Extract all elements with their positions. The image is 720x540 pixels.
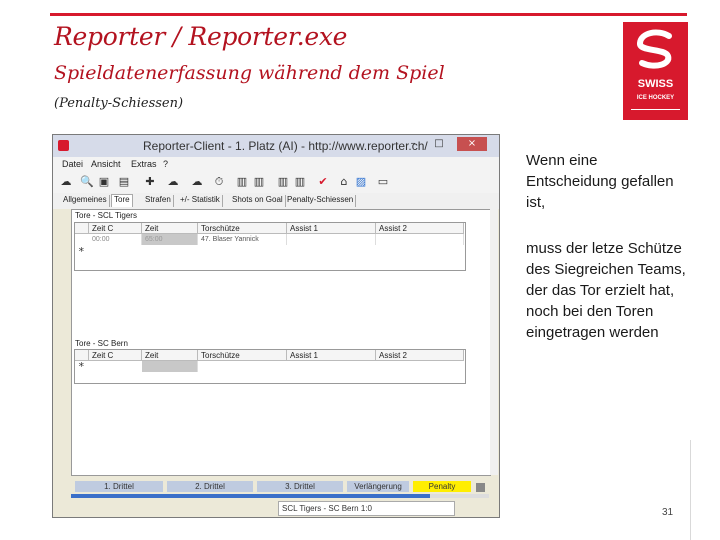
goals-grid-team2: Zeit C Zeit Torschütze Assist 1 Assist 2…	[74, 349, 466, 384]
logo-divider	[631, 109, 680, 110]
user-icon[interactable]: ▨	[355, 175, 367, 188]
col-zeit-c[interactable]: Zeit C	[89, 223, 142, 234]
home-icon[interactable]: ⌂	[338, 175, 350, 188]
reporter-client-window: Reporter-Client - 1. Platz (AI) - http:/…	[52, 134, 500, 518]
score-status: SCL Tigers - SC Bern 1:0	[278, 501, 455, 516]
col-assist-1[interactable]: Assist 1	[287, 223, 376, 234]
new-row-marker: *	[78, 360, 85, 373]
menu-bar: Datei Ansicht Extras ?	[53, 157, 499, 171]
explanation-line: noch bei den Toren	[526, 303, 654, 320]
top-rule	[50, 13, 687, 16]
search-icon[interactable]: 🔍	[80, 175, 94, 188]
cloud-up-icon[interactable]: ☁	[167, 175, 179, 188]
logo-ice-text: ICE HOCKEY	[636, 95, 675, 101]
cloud-icon[interactable]: ☁	[191, 175, 203, 188]
explanation-line: ist,	[526, 194, 546, 211]
explanation-line: des Siegreichen Teams,	[526, 261, 686, 278]
col-zeit-c[interactable]: Zeit C	[89, 350, 142, 361]
window-titlebar[interactable]: Reporter-Client - 1. Platz (AI) - http:/…	[53, 135, 499, 157]
lineup-icon-4[interactable]: ▥	[294, 175, 306, 188]
timer-icon[interactable]: ⏱	[213, 175, 225, 188]
decorative-line	[690, 440, 691, 540]
explanation-line: Wenn eine	[526, 152, 598, 169]
col-torschuetze[interactable]: Torschütze	[198, 350, 287, 361]
menu-extras[interactable]: Extras	[131, 159, 157, 169]
explanation-line: eingetragen werden	[526, 324, 659, 341]
cell-zeit[interactable]: 65:00	[142, 234, 198, 245]
tab-allgemeines[interactable]: Allgemeines	[61, 195, 110, 207]
slide-title: Reporter / Reporter.exe	[54, 22, 348, 51]
lineup-icon-3[interactable]: ▥	[277, 175, 289, 188]
cell-zeit-c[interactable]: 00:00	[89, 234, 142, 245]
new-row-marker: *	[78, 245, 85, 258]
period-3-drittel[interactable]: 3. Drittel	[257, 481, 343, 492]
tab-shots-on-goal[interactable]: Shots on Goal	[230, 195, 286, 207]
explanation-line: Entscheidung gefallen	[526, 173, 674, 190]
row-header-col	[75, 223, 89, 234]
slide-note: (Penalty-Schiessen)	[54, 96, 184, 111]
maximize-button[interactable]: □	[429, 137, 449, 151]
period-tabs: 1. Drittel 2. Drittel 3. Drittel Verläng…	[71, 481, 489, 494]
game-progress-fill	[71, 494, 431, 498]
tab-statistik[interactable]: +/- Statistik	[178, 195, 223, 207]
col-assist-2[interactable]: Assist 2	[376, 223, 464, 234]
check-icon[interactable]: ✔	[317, 175, 329, 188]
col-torschuetze[interactable]: Torschütze	[198, 223, 287, 234]
page-number: 31	[662, 507, 674, 518]
game-progress-bar	[71, 494, 489, 498]
scrollbar[interactable]	[490, 209, 498, 475]
player-icon[interactable]: ✚	[144, 175, 156, 188]
tab-tore[interactable]: Tore	[111, 194, 133, 207]
cell-assist-2[interactable]	[376, 234, 464, 245]
tv-icon[interactable]: ▭	[377, 175, 389, 188]
tab-penalty-schiessen[interactable]: Penalty-Schiessen	[285, 195, 357, 207]
toolbar: ☁ 🔍 ▣ ▤ ✚ ☁ ☁ ⏱ ▥ ▥ ▥ ▥ ✔ ⌂ ▨ ▭	[53, 171, 499, 194]
col-assist-2[interactable]: Assist 2	[376, 350, 464, 361]
explanation-text-1: Wenn eine Entscheidung gefallen ist,	[526, 150, 674, 213]
goals-grid-team1: Zeit C Zeit Torschütze Assist 1 Assist 2…	[74, 222, 466, 271]
minimize-button[interactable]: –	[403, 137, 423, 151]
group-title-team2: Tore - SC Bern	[75, 339, 128, 348]
cell-torschuetze[interactable]: 47. Blaser Yannick	[198, 234, 287, 245]
slide-subtitle: Spieldatenerfassung während dem Spiel	[54, 62, 445, 84]
group-title-team1: Tore - SCL Tigers	[75, 211, 137, 220]
swiss-ice-hockey-logo: SWISS ICE HOCKEY	[623, 22, 688, 120]
col-zeit[interactable]: Zeit	[142, 350, 198, 361]
cell-assist-1[interactable]	[287, 234, 376, 245]
explanation-text-2: muss der letze Schütze des Siegreichen T…	[526, 238, 686, 343]
col-zeit[interactable]: Zeit	[142, 223, 198, 234]
col-assist-1[interactable]: Assist 1	[287, 350, 376, 361]
period-penalty[interactable]: Penalty	[413, 481, 471, 492]
options-square-icon[interactable]	[476, 483, 485, 492]
save-icon[interactable]: ▣	[98, 175, 110, 188]
explanation-line: der das Tor erzielt hat,	[526, 282, 675, 299]
cloud-download-icon[interactable]: ☁	[60, 175, 72, 188]
logo-s-icon	[637, 29, 672, 69]
cell-zeit-empty[interactable]	[142, 361, 198, 372]
close-button[interactable]: ×	[457, 137, 487, 151]
window-title: Reporter-Client - 1. Platz (AI) - http:/…	[143, 139, 428, 153]
menu-ansicht[interactable]: Ansicht	[91, 159, 121, 169]
menu-datei[interactable]: Datei	[62, 159, 83, 169]
lineup-icon-2[interactable]: ▥	[253, 175, 265, 188]
period-verlaengerung[interactable]: Verlängerung	[347, 481, 409, 492]
tab-strafen[interactable]: Strafen	[143, 195, 174, 207]
tore-panel: Tore - SCL Tigers Zeit C Zeit Torschütze…	[71, 209, 491, 476]
clipboard-icon[interactable]: ▤	[118, 175, 130, 188]
menu-help[interactable]: ?	[163, 159, 168, 169]
explanation-line: muss der letze Schütze	[526, 240, 682, 257]
lineup-icon[interactable]: ▥	[236, 175, 248, 188]
period-2-drittel[interactable]: 2. Drittel	[167, 481, 253, 492]
tab-strip: Allgemeines Tore Strafen +/- Statistik S…	[53, 193, 499, 209]
logo-swiss-text: SWISS	[637, 78, 674, 90]
period-1-drittel[interactable]: 1. Drittel	[75, 481, 163, 492]
app-icon	[58, 140, 69, 151]
